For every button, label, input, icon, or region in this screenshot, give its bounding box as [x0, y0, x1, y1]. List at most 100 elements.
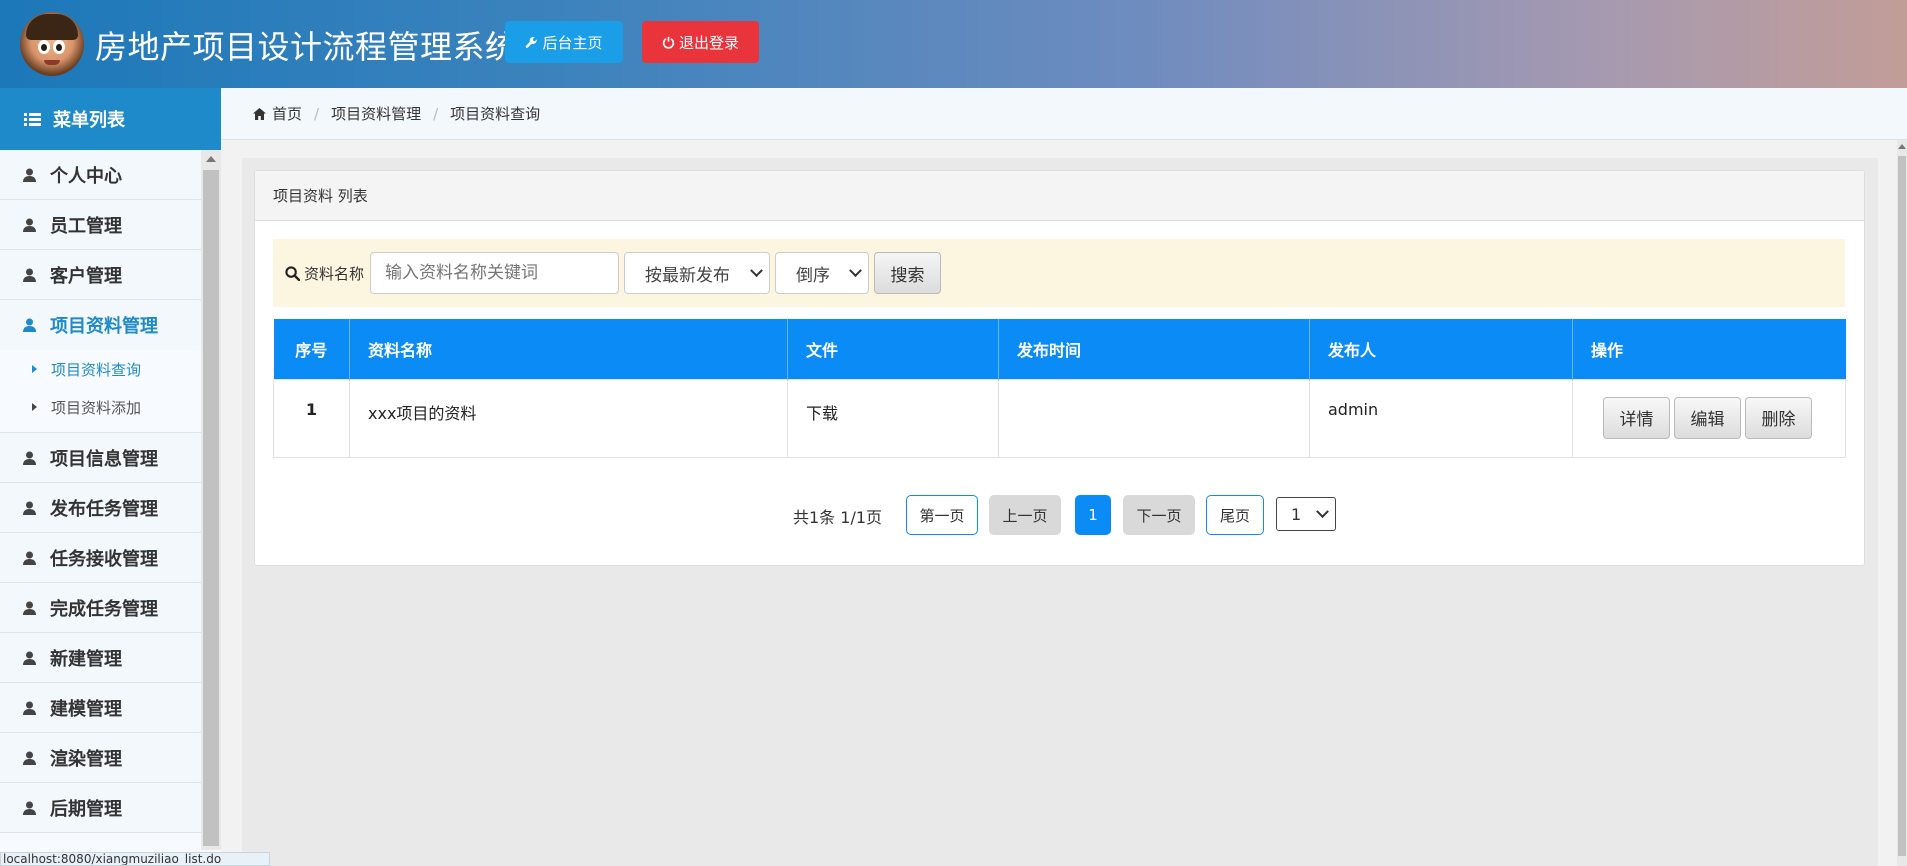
- scroll-up-icon[interactable]: [206, 156, 216, 162]
- sidebar-item-label: 项目资料管理: [50, 316, 158, 337]
- detail-button[interactable]: 详情: [1603, 396, 1670, 439]
- breadcrumb: 首页 / 项目资料管理 / 项目资料查询: [221, 88, 1907, 140]
- chevron-down-icon: [750, 263, 763, 277]
- admin-home-button[interactable]: 后台主页: [505, 21, 623, 63]
- column-header-index: 序号: [273, 319, 350, 379]
- sidebar: 菜单列表 个人中心 员工管理 客户管理 项目资料管理 项目资料查询 项目资料添加…: [0, 88, 221, 866]
- cell-time: [998, 378, 1310, 458]
- sidebar-item-customers[interactable]: 客户管理: [0, 250, 201, 300]
- wrench-icon: [526, 36, 538, 48]
- delete-button[interactable]: 删除: [1745, 396, 1812, 439]
- materials-table: 序号 资料名称 文件 发布时间 发布人 操作 1 xxx项目的资料 下载 adm…: [273, 319, 1846, 458]
- sidebar-item-complete-tasks[interactable]: 完成任务管理: [0, 583, 201, 633]
- user-icon: [23, 318, 36, 332]
- breadcrumb-home[interactable]: 首页: [272, 103, 302, 124]
- material-name-search-input[interactable]: [370, 252, 620, 294]
- home-icon: [253, 107, 266, 120]
- last-page-button[interactable]: 尾页: [1206, 495, 1264, 535]
- sidebar-item-project-materials[interactable]: 项目资料管理: [0, 300, 201, 350]
- sidebar-header: 菜单列表: [0, 88, 221, 150]
- breadcrumb-current: 项目资料查询: [450, 105, 541, 123]
- search-bar: 资料名称 按最新发布 倒序 搜索: [273, 239, 1845, 307]
- panel-title: 项目资料 列表: [255, 171, 1864, 221]
- chevron-down-icon: [849, 263, 862, 277]
- cell-publisher: admin: [1309, 378, 1573, 458]
- logout-button[interactable]: 退出登录: [642, 21, 759, 63]
- sidebar-item-label: 发布任务管理: [50, 498, 158, 520]
- cell-actions: 详情 编辑 删除: [1572, 378, 1846, 458]
- user-icon: [23, 801, 36, 815]
- column-header-actions: 操作: [1572, 319, 1846, 379]
- search-label-text: 资料名称: [304, 264, 365, 283]
- sidebar-scrollbar[interactable]: [201, 150, 221, 850]
- search-label: 资料名称: [285, 263, 364, 284]
- chevron-down-icon: [1316, 504, 1329, 518]
- materials-list-panel: 项目资料 列表 资料名称 按最新发布 倒序 搜索 序号 资料名称 文件 发布时间…: [254, 170, 1865, 566]
- first-page-button[interactable]: 第一页: [906, 495, 978, 535]
- sidebar-item-label: 员工管理: [50, 215, 122, 237]
- sidebar-item-receive-tasks[interactable]: 任务接收管理: [0, 533, 201, 583]
- next-page-button[interactable]: 下一页: [1123, 495, 1195, 535]
- sidebar-item-publish-tasks[interactable]: 发布任务管理: [0, 483, 201, 533]
- sidebar-item-label: 客户管理: [50, 265, 122, 287]
- pagination: 共1条 1/1页 第一页 上一页 1 下一页 尾页 1: [255, 495, 1864, 535]
- user-icon: [23, 501, 36, 515]
- sidebar-item-label: 建模管理: [50, 698, 122, 720]
- user-icon: [23, 268, 36, 282]
- edit-button[interactable]: 编辑: [1674, 396, 1741, 439]
- cell-file-download-link[interactable]: 下载: [787, 378, 999, 458]
- table-row: 1 xxx项目的资料 下载 admin 详情 编辑 删除: [273, 378, 1846, 458]
- content-scroll-thumb[interactable]: [1898, 156, 1906, 856]
- sidebar-item-label: 后期管理: [50, 798, 122, 820]
- sidebar-subitem-label: 项目资料添加: [51, 398, 142, 417]
- sidebar-item-modeling[interactable]: 建模管理: [0, 683, 201, 733]
- power-icon: [662, 36, 675, 49]
- column-header-publisher: 发布人: [1309, 319, 1573, 379]
- sidebar-menu: 个人中心 员工管理 客户管理 项目资料管理 项目资料查询 项目资料添加 项目信息…: [0, 150, 201, 833]
- user-icon: [23, 551, 36, 565]
- caret-right-icon: [32, 403, 37, 411]
- cell-name: xxx项目的资料: [349, 378, 788, 458]
- sidebar-item-label: 项目信息管理: [50, 448, 158, 470]
- sidebar-item-project-info[interactable]: 项目信息管理: [0, 433, 201, 483]
- table-header-row: 序号 资料名称 文件 发布时间 发布人 操作: [273, 319, 1846, 379]
- logout-label: 退出登录: [678, 33, 739, 52]
- sidebar-item-staff[interactable]: 员工管理: [0, 200, 201, 250]
- scroll-up-icon[interactable]: [1898, 144, 1906, 149]
- user-avatar[interactable]: [20, 12, 84, 76]
- prev-page-button[interactable]: 上一页: [989, 495, 1061, 535]
- sidebar-scroll-thumb[interactable]: [203, 170, 219, 846]
- order-select[interactable]: 倒序: [775, 252, 870, 294]
- content-scrollbar[interactable]: [1897, 140, 1907, 866]
- user-icon: [23, 218, 36, 232]
- search-button[interactable]: 搜索: [874, 252, 942, 294]
- sidebar-item-label: 渲染管理: [50, 748, 122, 770]
- cell-index: 1: [273, 378, 350, 458]
- sidebar-item-personal-center[interactable]: 个人中心: [0, 150, 201, 200]
- breadcrumb-project-materials[interactable]: 项目资料管理: [331, 103, 421, 124]
- user-icon: [23, 751, 36, 765]
- search-icon: [285, 265, 300, 281]
- order-select-value: 倒序: [796, 265, 831, 286]
- sidebar-subitem-materials-add[interactable]: 项目资料添加: [0, 388, 201, 426]
- sort-select-value: 按最新发布: [645, 265, 731, 286]
- sidebar-item-new-build[interactable]: 新建管理: [0, 633, 201, 683]
- pagination-summary: 共1条 1/1页: [793, 508, 883, 527]
- top-header: 房地产项目设计流程管理系统 后台主页 退出登录: [0, 0, 1907, 88]
- sidebar-subitem-materials-query[interactable]: 项目资料查询: [0, 350, 201, 388]
- sidebar-subitem-label: 项目资料查询: [51, 360, 142, 379]
- user-icon: [23, 701, 36, 715]
- page-jump-select[interactable]: 1: [1276, 497, 1336, 531]
- user-icon: [23, 601, 36, 615]
- breadcrumb-separator: /: [433, 104, 439, 123]
- sidebar-item-label: 个人中心: [50, 165, 122, 187]
- caret-right-icon: [32, 365, 37, 373]
- current-page-button[interactable]: 1: [1075, 495, 1111, 535]
- sidebar-item-post-production[interactable]: 后期管理: [0, 783, 201, 833]
- sidebar-item-label: 任务接收管理: [50, 548, 158, 570]
- sidebar-item-label: 完成任务管理: [50, 598, 158, 620]
- sidebar-item-rendering[interactable]: 渲染管理: [0, 733, 201, 783]
- sort-select[interactable]: 按最新发布: [624, 252, 771, 294]
- breadcrumb-separator: /: [314, 104, 320, 123]
- user-icon: [23, 168, 36, 182]
